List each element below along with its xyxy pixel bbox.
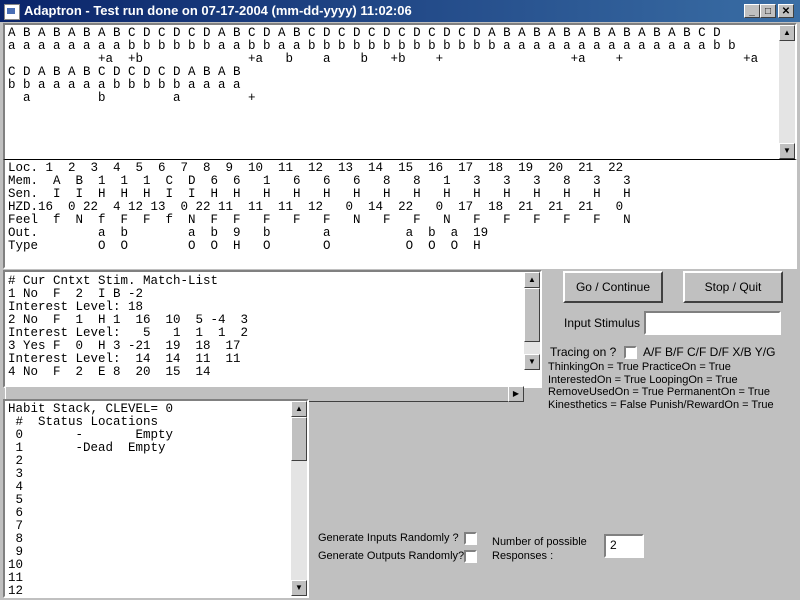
stimulus-history-text: A B A B A B A B C D C D C D A B C D A B … (8, 26, 759, 105)
habit-scrollbar[interactable]: ▲ ▼ (291, 401, 307, 596)
maximize-button[interactable]: □ (760, 4, 776, 18)
status-line-removeused: RemoveUsedOn = True PermanentOn = True (548, 386, 770, 398)
stimulus-history-panel[interactable]: A B A B A B A B C D C D C D A B C D A B … (3, 23, 797, 161)
context-panel[interactable]: # Cur Cntxt Stim. Match-List 1 No F 2 I … (3, 270, 542, 388)
num-responses-label-1: Number of possible (492, 536, 587, 548)
gen-outputs-label: Generate Outputs Randomly? (318, 550, 465, 562)
scroll-down-icon[interactable]: ▼ (291, 580, 307, 596)
tracing-checkbox[interactable] (624, 346, 637, 359)
scroll-down-icon[interactable]: ▼ (524, 354, 540, 370)
status-lines: ThinkingOn = True PracticeOn = True Inte… (548, 361, 774, 411)
tracing-options: A/F B/F C/F D/F X/B Y/G (643, 345, 776, 359)
status-line-interested: InterestedOn = True LoopingOn = True (548, 373, 738, 386)
input-stimulus-field[interactable] (644, 311, 781, 335)
app-icon[interactable] (4, 4, 20, 20)
status-line-kinesthetics: Kinesthetics = False Punish/RewardOn = T… (548, 398, 774, 411)
window-title: Adaptron - Test run done on 07-17-2004 (… (24, 3, 412, 18)
title-bar: Adaptron - Test run done on 07-17-2004 (… (0, 0, 800, 22)
status-line-thinking: ThinkingOn = True PracticeOn = True (548, 361, 731, 373)
stimulus-scrollbar[interactable]: ▲ ▼ (779, 25, 795, 159)
gen-inputs-label: Generate Inputs Randomly ? (318, 532, 459, 544)
context-text: # Cur Cntxt Stim. Match-List 1 No F 2 I … (8, 274, 249, 379)
memory-panel: Loc. 1 2 3 4 5 6 7 8 9 10 11 12 13 14 15… (3, 159, 797, 269)
scroll-thumb[interactable] (291, 417, 307, 461)
gen-inputs-checkbox[interactable] (464, 532, 477, 545)
scroll-down-icon[interactable]: ▼ (779, 143, 795, 159)
num-responses-field[interactable]: 2 (604, 534, 644, 558)
scroll-up-icon[interactable]: ▲ (291, 401, 307, 417)
go-continue-button[interactable]: Go / Continue (563, 271, 663, 303)
num-responses-value: 2 (610, 538, 617, 552)
habit-stack-panel[interactable]: Habit Stack, CLEVEL= 0 # Status Location… (3, 399, 309, 598)
habit-stack-text: Habit Stack, CLEVEL= 0 # Status Location… (8, 402, 174, 598)
num-responses-label-2: Responses : (492, 550, 554, 562)
scroll-thumb[interactable] (524, 288, 540, 342)
input-stimulus-label: Input Stimulus : (564, 316, 647, 330)
close-button[interactable]: ✕ (778, 4, 794, 18)
minimize-button[interactable]: _ (744, 4, 760, 18)
scroll-up-icon[interactable]: ▲ (779, 25, 795, 41)
scroll-up-icon[interactable]: ▲ (524, 272, 540, 288)
context-scrollbar[interactable]: ▲ ▼ (524, 272, 540, 370)
memory-table-text: Loc. 1 2 3 4 5 6 7 8 9 10 11 12 13 14 15… (8, 161, 631, 253)
gen-outputs-checkbox[interactable] (464, 550, 477, 563)
stop-quit-button[interactable]: Stop / Quit (683, 271, 783, 303)
scroll-right-icon[interactable]: ▶ (508, 386, 524, 402)
tracing-label: Tracing on ? (550, 345, 617, 359)
